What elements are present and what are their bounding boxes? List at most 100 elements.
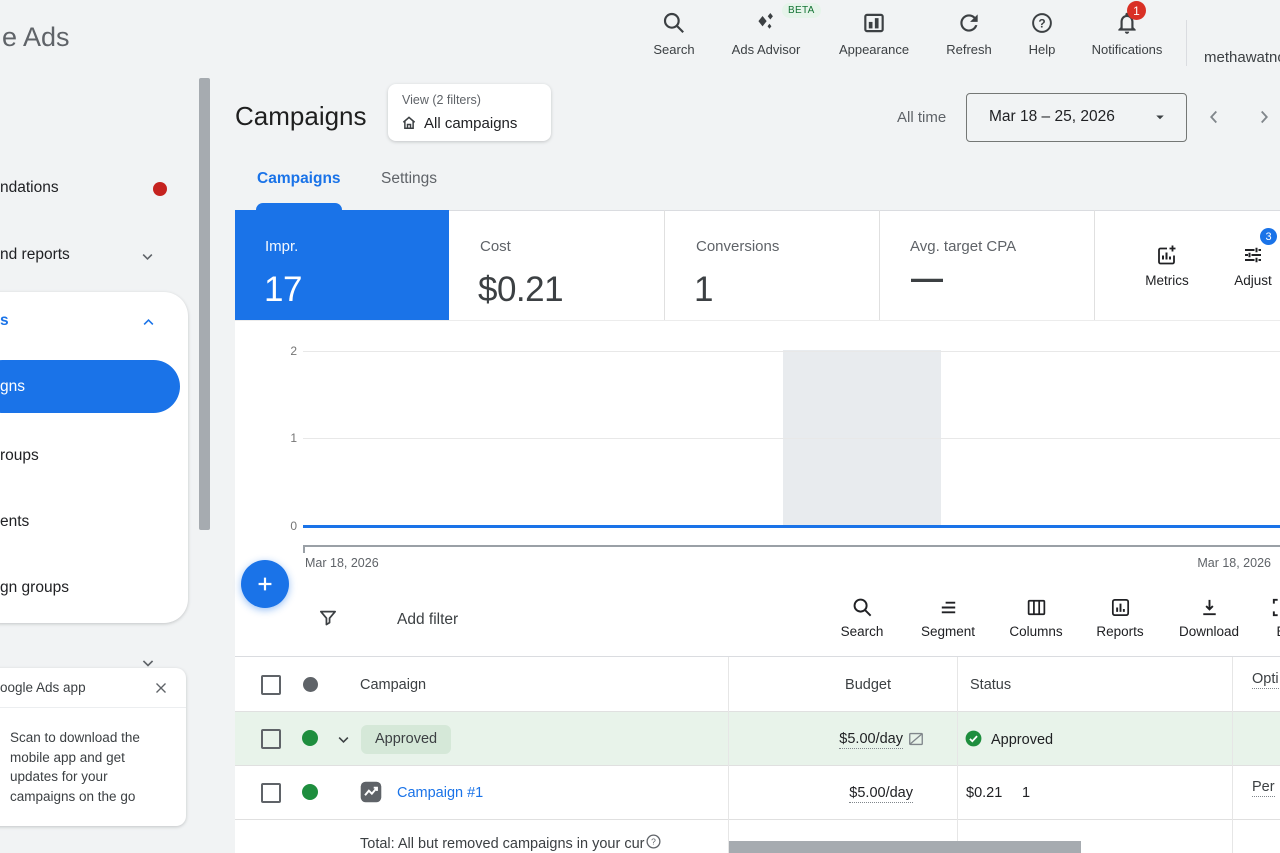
scorecard-value: 1: [694, 270, 713, 310]
expand-icon: [1270, 596, 1280, 619]
topnav-notifications-label: Notifications: [1092, 42, 1163, 57]
sidebar-item-insights-reports[interactable]: nd reports: [0, 246, 70, 264]
alert-dot: [153, 182, 167, 196]
chart-gridline-2: [303, 351, 1280, 352]
scorecard-value: 17: [264, 270, 302, 310]
filter-icon[interactable]: [317, 607, 339, 629]
tab-settings[interactable]: Settings: [381, 170, 437, 188]
column-header-campaign[interactable]: Campaign: [360, 677, 426, 693]
help-circle-icon[interactable]: ?: [645, 833, 662, 850]
segment-icon: [937, 596, 960, 619]
image-disabled-icon: [906, 729, 926, 749]
table-border: [235, 765, 1280, 766]
campaign-type-icon: [358, 779, 384, 805]
topnav-help-label: Help: [1029, 42, 1056, 57]
expand-button[interactable]: E: [1251, 596, 1280, 639]
budget-cell[interactable]: $5.00/day: [803, 731, 903, 747]
sidebar-section-header[interactable]: s: [0, 312, 9, 330]
horizontal-scrollbar[interactable]: [729, 841, 1081, 853]
columns-button[interactable]: Columns: [993, 596, 1079, 639]
reports-icon: [1109, 596, 1132, 619]
tab-campaigns[interactable]: Campaigns: [257, 170, 341, 188]
table-column-border: [1232, 657, 1233, 853]
metrics-label: Metrics: [1145, 273, 1189, 288]
sidebar-item-ad-groups[interactable]: roups: [0, 447, 39, 465]
adjust-count-badge: 3: [1260, 228, 1277, 245]
search-icon: [851, 596, 874, 619]
adjust-icon: [1241, 243, 1265, 267]
chevron-up-icon[interactable]: [139, 313, 158, 332]
mobile-app-promo-card: oogle Ads app Scan to download the mobil…: [0, 668, 186, 826]
budget-cell[interactable]: $5.00/day: [813, 785, 913, 801]
row-checkbox[interactable]: [261, 783, 281, 803]
scorecard-cost[interactable]: Cost $0.21: [449, 210, 664, 320]
sidebar-item-assets[interactable]: ents: [0, 513, 29, 531]
segment-button[interactable]: Segment: [905, 596, 991, 639]
chevron-down-icon[interactable]: [334, 730, 353, 749]
table-column-border: [957, 657, 958, 853]
add-filter-button[interactable]: Add filter: [397, 611, 458, 629]
close-icon[interactable]: [152, 679, 170, 697]
topbar-divider: [1186, 20, 1187, 66]
page-title: Campaigns: [235, 101, 367, 132]
scorecard-label: Impr.: [265, 238, 298, 255]
chevron-right-icon[interactable]: [1253, 106, 1275, 128]
chevron-left-icon[interactable]: [1203, 106, 1225, 128]
topnav-help[interactable]: ? Help: [994, 10, 1090, 57]
column-header-budget[interactable]: Budget: [791, 677, 891, 693]
plus-icon: [254, 573, 276, 595]
chevron-down-icon[interactable]: [138, 247, 157, 266]
date-range-picker[interactable]: Mar 18 – 25, 2026: [966, 93, 1187, 142]
chart-range-slider[interactable]: [303, 545, 1280, 547]
vertical-scrollbar[interactable]: [199, 78, 210, 530]
add-campaign-fab[interactable]: [241, 560, 289, 608]
download-icon: [1198, 596, 1221, 619]
scorecard-impressions-selected[interactable]: Impr. 17: [235, 210, 449, 320]
table-search-button[interactable]: Search: [819, 596, 905, 639]
chart-gridline-1: [303, 438, 1280, 439]
sidebar-item-recommendations[interactable]: ndations: [0, 179, 59, 197]
campaign-name-link[interactable]: Campaign #1: [397, 785, 483, 801]
time-range-label: All time: [897, 109, 946, 126]
scorecard-avg-target-cpa[interactable]: Avg. target CPA —: [879, 210, 1094, 320]
scorecard-divider: [879, 210, 880, 320]
svg-text:?: ?: [1038, 16, 1045, 30]
approved-filter-chip[interactable]: Approved: [361, 725, 451, 754]
adjust-button[interactable]: Adjust: [1212, 243, 1280, 288]
scorecard-conversions[interactable]: Conversions 1: [664, 210, 879, 320]
reports-button[interactable]: Reports: [1077, 596, 1163, 639]
sidebar-section-panel: s gns roups ents gn groups: [0, 292, 188, 623]
google-ads-app-window: e Ads Search Ads Advisor BETA Appearance…: [0, 0, 1280, 853]
refresh-icon: [956, 10, 982, 36]
scorecard-label: Conversions: [696, 238, 779, 255]
ads-advisor-icon: [753, 10, 779, 36]
scorecard-bottom-border: [235, 320, 1280, 321]
select-all-checkbox[interactable]: [261, 675, 281, 695]
download-button[interactable]: Download: [1166, 596, 1252, 639]
view-filter-value: All campaigns: [424, 115, 517, 132]
scorecard-label: Cost: [480, 238, 511, 255]
topnav-appearance[interactable]: Appearance: [826, 10, 922, 57]
home-icon: [400, 114, 418, 132]
sidebar-item-campaign-groups[interactable]: gn groups: [0, 579, 69, 597]
metrics-button[interactable]: Metrics: [1123, 243, 1211, 288]
svg-text:?: ?: [651, 837, 656, 847]
optimization-cell[interactable]: Per: [1252, 779, 1275, 797]
account-name[interactable]: methawatno: [1204, 49, 1280, 66]
x-label-end: Mar 18, 2026: [1071, 556, 1271, 570]
y-tick-1: 1: [283, 431, 297, 445]
column-header-status[interactable]: Status: [970, 677, 1011, 693]
promo-card-title: oogle Ads app: [0, 680, 86, 695]
cost-cell: $0.21: [966, 785, 1002, 801]
column-header-optimization[interactable]: Opti: [1252, 671, 1279, 689]
x-label-start: Mar 18, 2026: [305, 556, 379, 570]
view-filter-chip[interactable]: View (2 filters) All campaigns: [388, 84, 551, 141]
sidebar-item-campaigns-active[interactable]: gns: [0, 360, 180, 413]
row-checkbox[interactable]: [261, 729, 281, 749]
scorecard-divider: [664, 210, 665, 320]
topnav-search[interactable]: Search: [626, 10, 722, 57]
conversions-cell: 1: [1022, 785, 1030, 801]
expand-label: E: [1276, 624, 1280, 639]
topnav-notifications[interactable]: Notifications: [1079, 10, 1175, 57]
chart-series-line: [303, 525, 1280, 528]
